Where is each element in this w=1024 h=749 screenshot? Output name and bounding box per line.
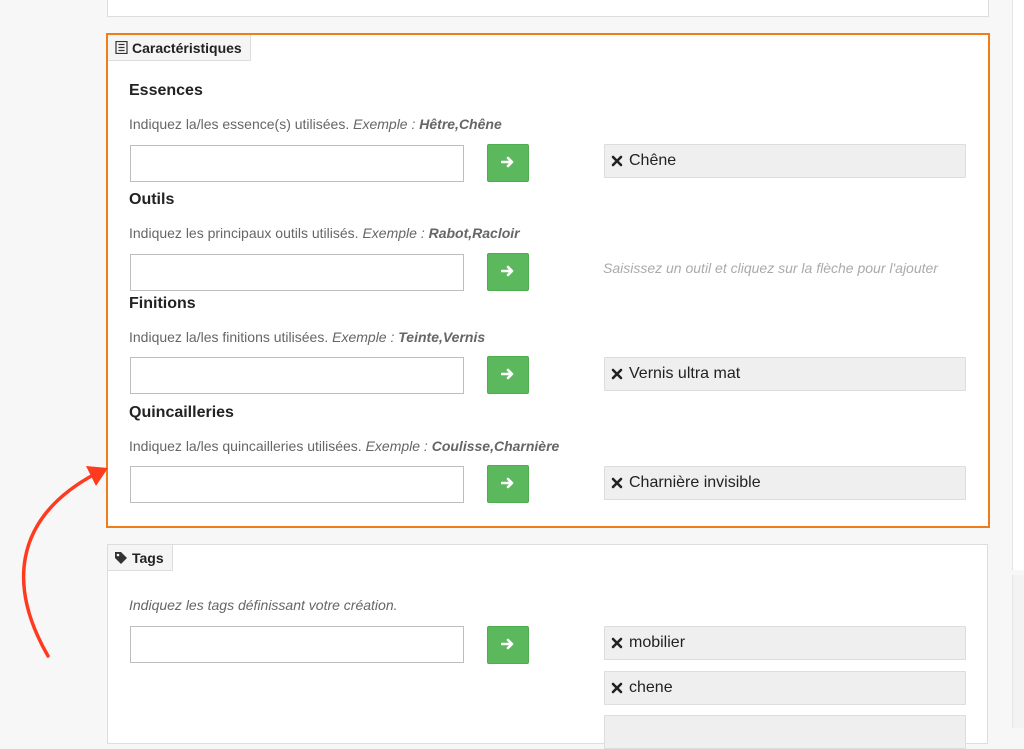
annotation-arrow xyxy=(22,466,108,658)
